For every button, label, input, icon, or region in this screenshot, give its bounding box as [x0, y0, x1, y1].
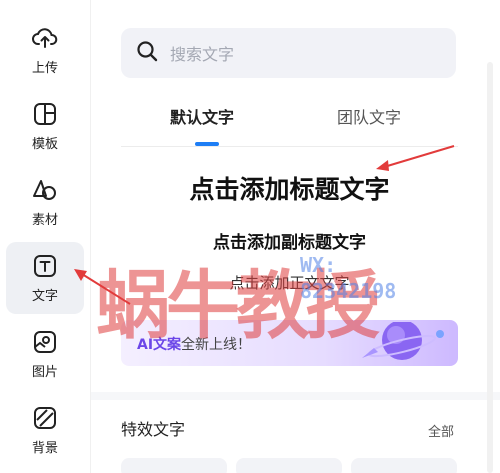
sidebar-item-label: 文字	[31, 288, 58, 304]
search-input[interactable]: 搜索文字	[121, 28, 456, 78]
sidebar-item-background[interactable]: 背景	[6, 394, 84, 466]
ai-copy-banner[interactable]: AI文案全新上线！	[121, 320, 458, 366]
sidebar-item-material[interactable]: 素材	[6, 166, 84, 238]
sidebar-item-image[interactable]: 图片	[6, 318, 84, 390]
panel-scrollbar[interactable]	[487, 62, 493, 473]
sidebar-item-label: 上传	[31, 60, 58, 76]
template-icon	[32, 101, 58, 127]
sidebar-item-label: 模板	[31, 136, 58, 152]
sidebar-item-label: 背景	[31, 440, 58, 456]
effect-thumbnail[interactable]	[121, 458, 227, 473]
banner-tagline: 全新上线！	[181, 337, 252, 353]
upload-cloud-icon	[32, 25, 58, 51]
search-placeholder: 搜索文字	[170, 45, 235, 64]
banner-text: AI文案全新上线！	[137, 334, 251, 354]
effects-section-title: 特效文字	[121, 420, 186, 439]
background-icon	[32, 405, 58, 431]
sidebar-item-template[interactable]: 模板	[6, 90, 84, 162]
sidebar-item-upload[interactable]: 上传	[6, 14, 84, 86]
tab-team-text[interactable]: 团队文字	[337, 104, 401, 128]
sidebar-item-label: 素材	[31, 212, 58, 228]
sidebar-item-text[interactable]: 文字	[6, 242, 84, 314]
tabs-divider	[121, 146, 458, 147]
text-icon	[32, 253, 58, 279]
image-icon	[32, 329, 58, 355]
search-icon	[136, 40, 158, 66]
banner-ai-label: AI文案	[137, 337, 182, 353]
section-divider	[91, 392, 500, 400]
add-body-preset[interactable]: 点击添加正文文字	[121, 272, 458, 293]
sidebar: 上传 模板 素材 文字 图片 背景	[0, 0, 90, 473]
effect-thumbnail[interactable]	[236, 458, 342, 473]
sidebar-item-label: 图片	[31, 364, 58, 380]
add-subheading-preset[interactable]: 点击添加副标题文字	[121, 228, 458, 253]
sidebar-divider	[90, 0, 91, 473]
effect-thumbnail[interactable]	[351, 458, 457, 473]
rocket-planet-icon	[340, 320, 450, 366]
add-heading-preset[interactable]: 点击添加标题文字	[121, 170, 458, 206]
shapes-icon	[32, 177, 58, 203]
tab-default-text[interactable]: 默认文字	[170, 104, 234, 128]
view-all-link[interactable]: 全部	[428, 421, 454, 440]
editor-app: 上传 模板 素材 文字 图片 背景 搜索文字 默认文字 团队文字 点击添加标题文…	[0, 0, 500, 473]
